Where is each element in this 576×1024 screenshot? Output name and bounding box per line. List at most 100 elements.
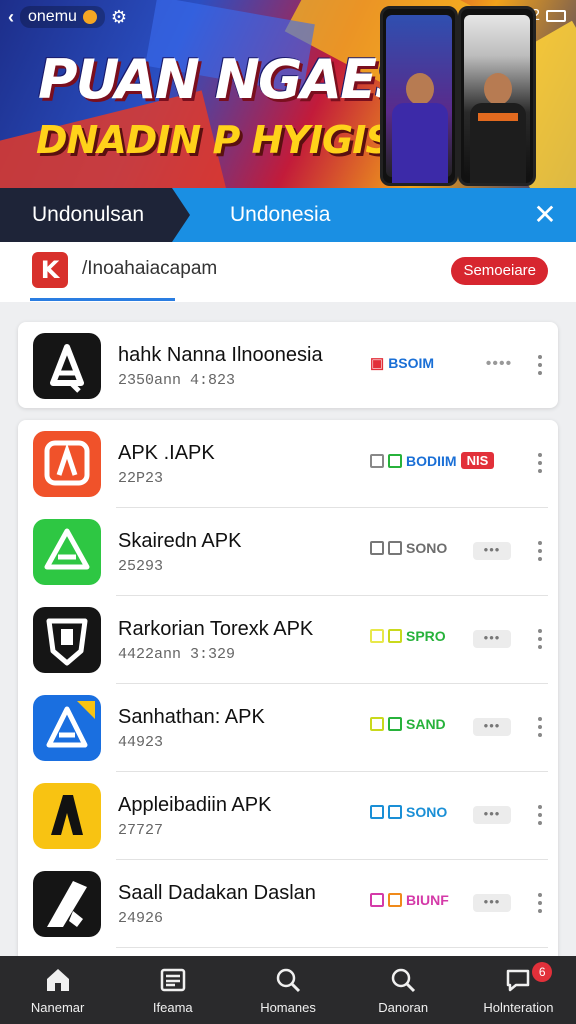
search-icon: [274, 966, 302, 994]
nav-item-home[interactable]: Nanemar: [0, 956, 115, 1024]
banner-title: PUAN NGAES!: [38, 48, 436, 111]
more-icon[interactable]: [530, 800, 550, 830]
app-tag: SONO: [370, 804, 447, 820]
settings-icon[interactable]: ⚙: [111, 7, 127, 28]
notification-badge: 6: [532, 962, 553, 982]
banner-subtitle: DNADIN P HYIGISIO: [36, 118, 437, 162]
tag-icon: [388, 541, 402, 555]
feather-store-icon: [33, 871, 101, 937]
app-tag-label: SONO: [406, 540, 448, 556]
phone-mockup-1: [380, 6, 458, 186]
rating-dots: •••: [473, 718, 511, 736]
more-icon[interactable]: [530, 448, 550, 478]
app-header: K /Inoahaiacapam Semoeiare: [0, 242, 576, 302]
app-subtitle: 2350ann 4:823: [118, 372, 236, 389]
app-tag: ▣ BSOIM: [370, 354, 434, 372]
person-image: [468, 73, 526, 183]
tab-active[interactable]: Undonulsan: [0, 188, 190, 242]
more-icon[interactable]: [530, 536, 550, 566]
app-subtitle: 44923: [118, 734, 164, 751]
more-icon[interactable]: [530, 350, 550, 380]
bolt-store-icon: [33, 783, 101, 849]
list-item[interactable]: APK .IAPK 22P23 BODIIM NIS: [18, 420, 558, 508]
list-item[interactable]: Rarkorian Torexk APK 4422ann 3:329 SPRO …: [18, 596, 558, 684]
app-extra-tag: NIS: [460, 452, 495, 469]
phone-mockup-2: [458, 6, 536, 186]
app-subtitle: 27727: [118, 822, 164, 839]
nav-label: Ifeama: [152, 1000, 193, 1015]
app-name: /Inoahaiacapam: [82, 258, 218, 279]
nav-item-notifications[interactable]: 6 Holnteration: [461, 956, 576, 1024]
bottom-nav: Nanemar Ifeama Homanes Danoran 6 Holnter…: [0, 956, 576, 1024]
rating-dots: •••: [473, 806, 511, 824]
status-pill: onemu: [20, 6, 105, 28]
app-tag: BIUNF: [370, 892, 449, 908]
nav-label: Homanes: [260, 1000, 316, 1015]
tag-icon: [370, 805, 384, 819]
list-item[interactable]: Saall Dadakan Daslan 24926 BIUNF •••: [18, 860, 558, 948]
list-item[interactable]: Skairedn APK 25293 SONO •••: [18, 508, 558, 596]
tag-icon: [370, 717, 384, 731]
app-title: Appleibadiin APK: [118, 794, 272, 816]
tab-active-label: Undonulsan: [32, 203, 145, 226]
status-text: onemu: [28, 8, 77, 25]
tag-icon: [370, 893, 384, 907]
close-icon[interactable]: ✕: [530, 200, 560, 230]
nav-item-discover[interactable]: Homanes: [230, 956, 345, 1024]
app-tag-label: BSOIM: [388, 355, 435, 371]
nav-label: Danoran: [378, 1000, 429, 1015]
android-store-icon: [33, 333, 101, 399]
more-icon[interactable]: [530, 624, 550, 654]
app-tag-label: BIUNF: [406, 892, 449, 908]
nav-label: Nanemar: [30, 1000, 85, 1015]
tag-icon: [388, 805, 402, 819]
list-item[interactable]: Sanhathan: APK 44923 SAND •••: [18, 684, 558, 772]
search-icon: [389, 966, 417, 994]
tag-icon: [388, 893, 402, 907]
app-title: Rarkorian Torexk APK: [118, 618, 314, 640]
app-tag: SAND: [370, 716, 446, 732]
app-tag-label: SAND: [406, 716, 446, 732]
app-title: Sanhathan: APK: [118, 706, 265, 728]
app-subtitle: 25293: [118, 558, 164, 575]
app-tag-label: BODIIM: [406, 452, 457, 469]
calendar-icon: ▣: [370, 355, 385, 372]
android-store-icon: [33, 519, 101, 585]
app-logo: K: [32, 252, 68, 288]
tab-inactive[interactable]: Undonesia: [230, 188, 330, 242]
app-tag: SPRO: [370, 628, 446, 644]
tab-strip: Undonulsan Undonesia ✕: [0, 188, 576, 242]
promo-banner[interactable]: ‹ onemu ⚙ ▮ 12 PUAN NGAES! DNADIN P HYIG…: [0, 0, 576, 188]
coin-icon: [82, 10, 97, 24]
tab-inactive-label: Undonesia: [230, 203, 331, 226]
more-icon[interactable]: [530, 712, 550, 742]
app-title: hahk Nanna Ilnoonesia: [118, 344, 323, 366]
featured-app-card[interactable]: hahk Nanna Ilnoonesia 2350ann 4:823 ▣ BS…: [18, 322, 558, 408]
chat-icon: [504, 966, 532, 994]
app-title: APK .IAPK: [118, 442, 215, 464]
rating-dots: •••: [473, 894, 511, 912]
rating-dots: •••: [473, 630, 511, 648]
nav-item-search[interactable]: Danoran: [346, 956, 461, 1024]
tag-icon: [388, 453, 402, 468]
tag-icon: [370, 453, 384, 468]
nav-item-news[interactable]: Ifeama: [115, 956, 230, 1024]
app-tag: SONO: [370, 540, 447, 556]
android-store-icon: [33, 695, 101, 761]
app-subtitle: 24926: [118, 910, 164, 927]
app-list-card: APK .IAPK 22P23 BODIIM NIS Skairedn APK …: [18, 420, 558, 980]
tag-icon: [370, 629, 384, 643]
app-tag-label: SPRO: [406, 628, 446, 644]
header-action-button[interactable]: Semoeiare: [451, 257, 548, 285]
back-icon[interactable]: ‹: [8, 7, 14, 28]
app-tag-label: SONO: [406, 804, 448, 820]
list-item[interactable]: Appleibadiin APK 27727 SONO •••: [18, 772, 558, 860]
android-store-icon: [33, 431, 101, 497]
tag-icon: [388, 717, 402, 731]
app-title: Saall Dadakan Daslan: [118, 882, 316, 904]
rating-dots: •••: [473, 542, 511, 560]
person-image: [390, 73, 448, 183]
app-subtitle: 22P23: [118, 470, 164, 487]
more-icon[interactable]: [530, 888, 550, 918]
app-tag: BODIIM NIS: [370, 452, 495, 469]
